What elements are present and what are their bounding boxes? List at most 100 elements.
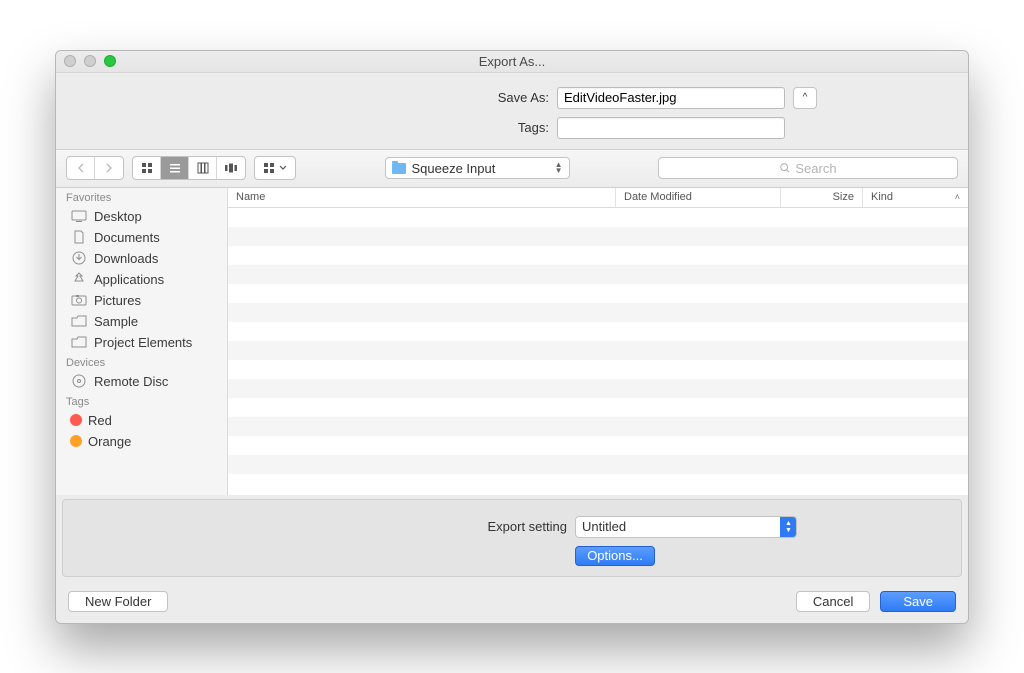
table-row bbox=[228, 284, 968, 303]
tags-header: Tags bbox=[56, 392, 227, 410]
titlebar: Export As... bbox=[56, 51, 968, 73]
search-placeholder: Search bbox=[795, 161, 836, 176]
sidebar-item-pictures[interactable]: Pictures bbox=[56, 290, 227, 311]
devices-header: Devices bbox=[56, 353, 227, 371]
chevron-up-icon: ^ bbox=[803, 92, 808, 103]
table-row bbox=[228, 398, 968, 417]
folder-name: Squeeze Input bbox=[412, 161, 496, 176]
grid-icon bbox=[141, 162, 153, 174]
forward-button[interactable] bbox=[95, 157, 123, 179]
table-row bbox=[228, 227, 968, 246]
traffic-lights bbox=[64, 55, 116, 67]
cancel-button[interactable]: Cancel bbox=[796, 591, 870, 612]
disc-icon bbox=[70, 374, 88, 388]
column-date-modified[interactable]: Date Modified bbox=[616, 188, 781, 207]
file-list: Name Date Modified Size Kind ˄ bbox=[228, 188, 968, 495]
folder-icon bbox=[70, 335, 88, 349]
new-folder-button[interactable]: New Folder bbox=[68, 591, 168, 612]
minimize-icon[interactable] bbox=[84, 55, 96, 67]
documents-icon bbox=[70, 230, 88, 244]
save-form: Save As: ^ Tags: bbox=[56, 73, 968, 150]
table-row bbox=[228, 246, 968, 265]
updown-arrows-icon: ▲▼ bbox=[555, 162, 563, 174]
column-view-button[interactable] bbox=[189, 157, 217, 179]
table-row bbox=[228, 208, 968, 227]
sidebar-item-label: Red bbox=[88, 413, 112, 428]
file-rows bbox=[228, 208, 968, 495]
icon-view-button[interactable] bbox=[133, 157, 161, 179]
chevron-left-icon bbox=[76, 163, 86, 173]
sidebar-item-downloads[interactable]: Downloads bbox=[56, 248, 227, 269]
export-setting-select[interactable]: Untitled ▲▼ bbox=[575, 516, 797, 538]
save-button[interactable]: Save bbox=[880, 591, 956, 612]
tags-label: Tags: bbox=[207, 120, 549, 135]
sidebar-item-label: Orange bbox=[88, 434, 131, 449]
sidebar-item-label: Remote Disc bbox=[94, 374, 168, 389]
list-view-button[interactable] bbox=[161, 157, 189, 179]
table-row bbox=[228, 322, 968, 341]
close-icon[interactable] bbox=[64, 55, 76, 67]
arrange-button[interactable] bbox=[254, 156, 296, 180]
sidebar-item-label: Project Elements bbox=[94, 335, 192, 350]
table-row bbox=[228, 379, 968, 398]
sidebar-item-label: Desktop bbox=[94, 209, 142, 224]
sort-arrow-icon: ˄ bbox=[955, 192, 960, 202]
chevron-down-icon bbox=[279, 165, 287, 171]
list-icon bbox=[169, 162, 181, 174]
save-as-label: Save As: bbox=[207, 90, 549, 105]
favorites-header: Favorites bbox=[56, 188, 227, 206]
sidebar-item-project-elements[interactable]: Project Elements bbox=[56, 332, 227, 353]
column-headers: Name Date Modified Size Kind ˄ bbox=[228, 188, 968, 208]
folder-icon bbox=[392, 163, 406, 174]
table-row bbox=[228, 436, 968, 455]
column-size[interactable]: Size bbox=[781, 188, 863, 207]
sidebar-item-label: Applications bbox=[94, 272, 164, 287]
folder-dropdown[interactable]: Squeeze Input ▲▼ bbox=[385, 157, 570, 179]
bottom-bar: New Folder Cancel Save bbox=[56, 581, 968, 623]
zoom-icon[interactable] bbox=[104, 55, 116, 67]
sidebar-item-sample[interactable]: Sample bbox=[56, 311, 227, 332]
tag-dot-icon bbox=[70, 435, 82, 447]
sidebar-item-label: Documents bbox=[94, 230, 160, 245]
view-mode-buttons bbox=[132, 156, 246, 180]
file-browser: Favorites Desktop Documents Downloads Ap… bbox=[56, 188, 968, 495]
downloads-icon bbox=[70, 251, 88, 265]
sidebar-item-label: Sample bbox=[94, 314, 138, 329]
tags-input[interactable] bbox=[557, 117, 785, 139]
nav-buttons bbox=[66, 156, 124, 180]
export-settings-panel: Export setting Untitled ▲▼ Options... bbox=[62, 499, 962, 577]
table-row bbox=[228, 455, 968, 474]
sidebar-item-desktop[interactable]: Desktop bbox=[56, 206, 227, 227]
coverflow-view-button[interactable] bbox=[217, 157, 245, 179]
filename-input[interactable] bbox=[557, 87, 785, 109]
table-row bbox=[228, 360, 968, 379]
updown-arrows-icon: ▲▼ bbox=[780, 517, 796, 537]
export-dialog: Export As... Save As: ^ Tags: bbox=[55, 50, 969, 624]
export-setting-value: Untitled bbox=[582, 519, 626, 534]
sidebar-tag-orange[interactable]: Orange bbox=[56, 431, 227, 452]
column-name[interactable]: Name bbox=[228, 188, 616, 207]
columns-icon bbox=[197, 162, 209, 174]
tag-dot-icon bbox=[70, 414, 82, 426]
table-row bbox=[228, 474, 968, 493]
browser-toolbar: Squeeze Input ▲▼ Search bbox=[56, 150, 968, 188]
search-input[interactable]: Search bbox=[658, 157, 958, 179]
table-row bbox=[228, 303, 968, 322]
back-button[interactable] bbox=[67, 157, 95, 179]
table-row bbox=[228, 417, 968, 436]
collapse-button[interactable]: ^ bbox=[793, 87, 817, 109]
table-row bbox=[228, 265, 968, 284]
table-row bbox=[228, 341, 968, 360]
sidebar: Favorites Desktop Documents Downloads Ap… bbox=[56, 188, 228, 495]
coverflow-icon bbox=[224, 162, 238, 174]
sidebar-item-label: Pictures bbox=[94, 293, 141, 308]
sidebar-item-remote-disc[interactable]: Remote Disc bbox=[56, 371, 227, 392]
options-button[interactable]: Options... bbox=[575, 546, 655, 566]
sidebar-tag-red[interactable]: Red bbox=[56, 410, 227, 431]
pictures-icon bbox=[70, 293, 88, 307]
sidebar-item-label: Downloads bbox=[94, 251, 158, 266]
window-title: Export As... bbox=[56, 54, 968, 69]
sidebar-item-applications[interactable]: Applications bbox=[56, 269, 227, 290]
sidebar-item-documents[interactable]: Documents bbox=[56, 227, 227, 248]
column-kind[interactable]: Kind ˄ bbox=[863, 188, 968, 207]
